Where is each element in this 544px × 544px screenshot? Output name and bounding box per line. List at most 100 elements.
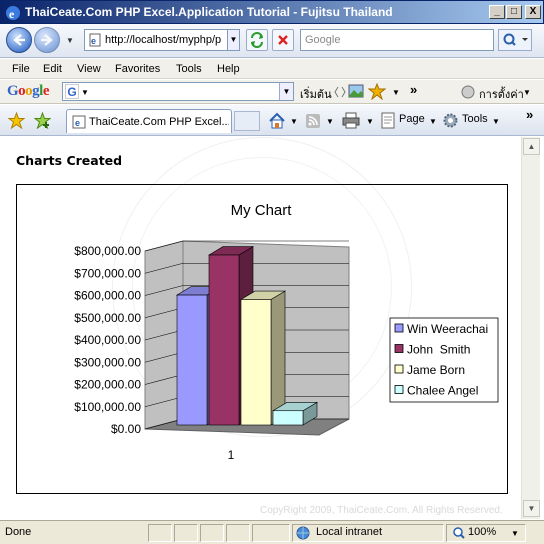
forward-arrow-icon: [41, 34, 53, 46]
legend-label: Chalee Angel: [407, 384, 478, 398]
status-segment: [148, 524, 172, 542]
menu-edit[interactable]: Edit: [43, 63, 62, 75]
page-heading: Charts Created: [16, 153, 123, 168]
search-input[interactable]: Google: [300, 29, 494, 51]
minimize-button[interactable]: _: [489, 5, 505, 19]
legend-swatch: [394, 323, 404, 333]
home-dropdown-icon[interactable]: ▼: [290, 117, 298, 126]
status-segment: [200, 524, 224, 542]
chart-y-tick-label: $300,000.00: [74, 355, 141, 369]
page-menu-icon: [381, 112, 395, 129]
google-more-button[interactable]: »: [410, 82, 417, 97]
chart-y-tick-label: $400,000.00: [74, 333, 141, 347]
menu-help[interactable]: Help: [217, 63, 240, 75]
scroll-up-icon[interactable]: ▲: [523, 138, 540, 155]
add-favorites-icon[interactable]: [34, 112, 51, 129]
google-toolbar: Google G ▼ ▼ เริ่มต้น ▼ » การตั้งค่า ▼: [0, 80, 544, 104]
bar-front: [272, 410, 304, 426]
feeds-dropdown-icon[interactable]: ▼: [326, 117, 334, 126]
new-tab-button[interactable]: [234, 111, 260, 131]
chart-y-tick-label: $800,000.00: [74, 244, 141, 258]
address-dropdown-icon[interactable]: ▼: [227, 30, 239, 50]
copyright-text: CopyRight 2009, ThaiCeate.Com. All Right…: [260, 505, 503, 516]
window-title-bar: e ThaiCeate.Com PHP Excel.Application Tu…: [0, 0, 544, 24]
scroll-down-icon[interactable]: ▼: [523, 500, 540, 517]
status-segment: [174, 524, 198, 542]
zoom-dropdown-icon[interactable]: ▼: [511, 529, 519, 538]
menu-favorites[interactable]: Favorites: [115, 63, 160, 75]
google-history-dropdown-icon[interactable]: ▼: [279, 83, 293, 100]
legend-swatch: [394, 364, 404, 374]
chart: My Chart $0.00 $100,000.00 $200,000.00 $300,…: [74, 202, 499, 462]
refresh-button[interactable]: [246, 29, 268, 51]
toolbar-more-button[interactable]: »: [526, 107, 533, 122]
home-icon[interactable]: [268, 112, 286, 129]
bookmark-dropdown-icon[interactable]: ▼: [392, 88, 400, 97]
address-url: http://localhost/myphp/p: [105, 34, 222, 46]
zone-text: Local intranet: [316, 526, 383, 538]
tab-bar: e ThaiCeate.Com PHP Excel... ▼ ▼ ▼ Page …: [0, 105, 544, 136]
history-dropdown-icon[interactable]: ▼: [66, 36, 74, 45]
google-search-input[interactable]: G ▼ ▼: [62, 82, 294, 101]
bar-front: [208, 254, 240, 426]
address-bar[interactable]: e http://localhost/myphp/p ▼: [84, 29, 240, 51]
stop-button[interactable]: [272, 29, 294, 51]
window-title: ThaiCeate.Com PHP Excel.Application Tuto…: [25, 5, 393, 19]
tab-label: ThaiCeate.Com PHP Excel...: [89, 116, 229, 128]
chart-x-tick-label: 1: [228, 448, 235, 462]
tools-dropdown-icon[interactable]: ▼: [492, 117, 500, 126]
google-settings-button[interactable]: การตั้งค่า: [479, 85, 524, 103]
print-dropdown-icon[interactable]: ▼: [366, 117, 374, 126]
legend-swatch: [394, 385, 404, 394]
google-g-icon: G: [65, 84, 79, 99]
chart-y-tick-label: $500,000.00: [74, 311, 141, 325]
tab-page-icon: e: [72, 115, 86, 129]
stop-icon: [278, 35, 288, 45]
zoom-level[interactable]: 100%: [468, 526, 496, 538]
legend-label: John Smith: [407, 343, 470, 357]
status-bar: Done Local intranet 100% ▼: [0, 520, 544, 544]
back-arrow-icon: [13, 34, 25, 46]
menu-file[interactable]: File: [12, 63, 30, 75]
photo-icon[interactable]: [348, 84, 364, 98]
bar-front: [176, 294, 208, 426]
search-button[interactable]: [498, 29, 532, 51]
settings-dropdown-icon[interactable]: ▼: [523, 88, 531, 97]
zoom-icon: [453, 527, 465, 539]
status-segment: [252, 524, 290, 542]
intranet-icon: [296, 526, 310, 540]
forward-button[interactable]: [34, 27, 60, 53]
chart-y-tick-label: $700,000.00: [74, 266, 141, 280]
legend-label: Jame Born: [407, 363, 465, 377]
chart-frame: My Chart $0.00 $100,000.00 $200,000.00 $300,…: [16, 184, 508, 494]
bar-front: [240, 299, 272, 426]
chart-y-tick-label: $600,000.00: [74, 289, 141, 303]
refresh-icon: [251, 32, 263, 48]
settings-circle-icon: [461, 85, 475, 99]
google-search-button[interactable]: เริ่มต้น: [300, 85, 332, 103]
ie-icon: e: [6, 6, 20, 21]
menu-bar: File Edit View Favorites Tools Help: [0, 59, 544, 79]
vertical-scrollbar[interactable]: ▲ ▼: [521, 137, 540, 519]
page-icon: e: [89, 33, 101, 47]
page-dropdown-icon[interactable]: ▼: [429, 117, 437, 126]
google-engine-dropdown-icon[interactable]: ▼: [81, 88, 89, 97]
favorites-star-icon[interactable]: [8, 112, 25, 129]
separator-arrows-icon: [334, 86, 346, 98]
tools-menu-button[interactable]: Tools: [462, 113, 488, 125]
close-button[interactable]: X: [525, 5, 541, 19]
bookmark-star-icon[interactable]: [368, 83, 386, 100]
tab-active[interactable]: e ThaiCeate.Com PHP Excel...: [66, 109, 232, 133]
back-button[interactable]: [6, 27, 32, 53]
feeds-icon[interactable]: [305, 113, 321, 129]
gear-icon: [443, 113, 458, 128]
menu-tools[interactable]: Tools: [176, 63, 202, 75]
page-menu-button[interactable]: Page: [399, 113, 425, 125]
search-icon: [503, 33, 528, 46]
address-toolbar: ▼ e http://localhost/myphp/p ▼ Google: [0, 24, 544, 58]
chart-title: My Chart: [231, 202, 293, 219]
maximize-button[interactable]: □: [506, 5, 522, 19]
menu-view[interactable]: View: [77, 63, 101, 75]
print-icon[interactable]: [342, 112, 360, 129]
chart-y-tick-label: $100,000.00: [74, 400, 141, 414]
